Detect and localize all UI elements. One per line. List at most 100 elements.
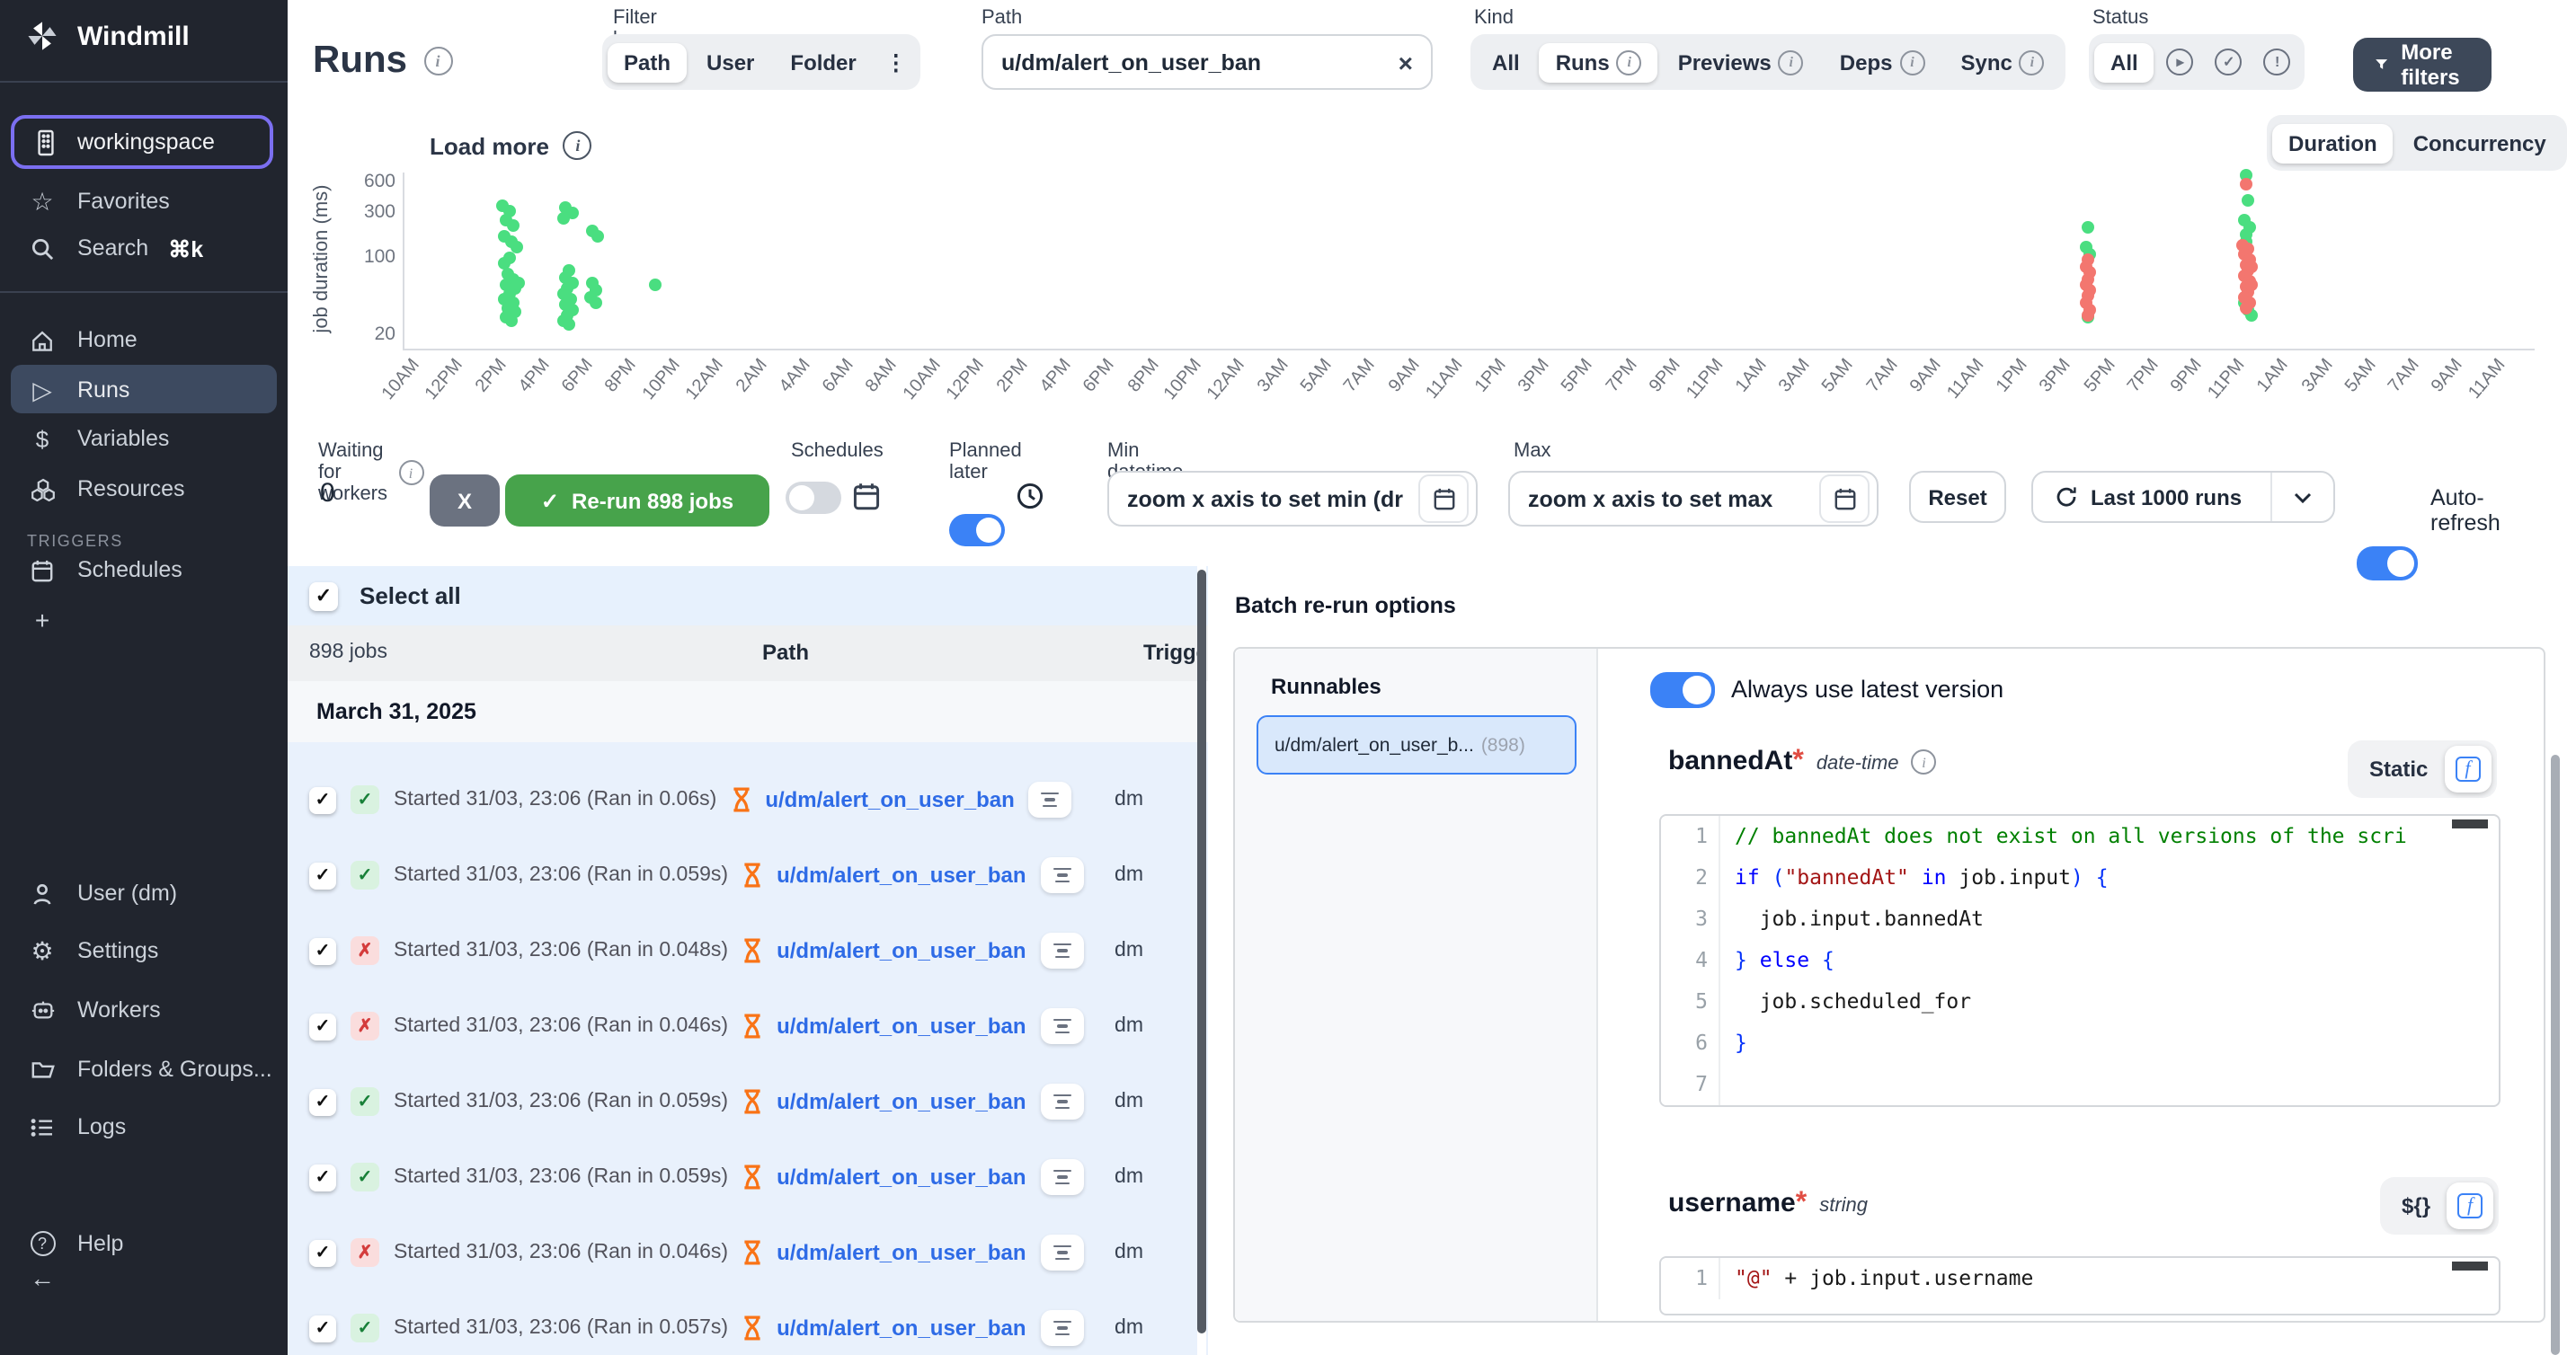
sidebar-item-search[interactable]: Search ⌘k [0,228,288,268]
run-dot-failure[interactable] [2239,301,2252,314]
run-dot-success[interactable] [589,296,601,308]
row-checkbox[interactable]: ✓ [309,786,336,813]
run-path-link[interactable]: u/dm/alert_on_user_ban [777,1014,1026,1039]
args-popup-icon[interactable] [1041,933,1084,969]
filter-option-path[interactable]: Path [608,42,687,82]
sidebar-item-home[interactable]: Home [0,320,288,359]
run-dot-success[interactable] [510,240,522,252]
kind-option-sync[interactable]: Synci [1944,42,2060,82]
kind-option-all[interactable]: All [1476,42,1536,82]
list-scrollbar-thumb[interactable] [1197,570,1206,1333]
sidebar-item-schedules[interactable]: Schedules [0,550,288,589]
expr-mode-option-selected[interactable]: f [2444,746,2491,793]
select-all-checkbox[interactable]: ✓ [309,581,338,610]
workspace-switcher[interactable]: workingspace [11,115,273,169]
last-runs-dropdown[interactable] [2270,473,2333,521]
run-dot-success[interactable] [504,314,517,326]
field-info-icon[interactable]: i [1912,749,1937,775]
sidebar-item-resources[interactable]: Resources [0,469,288,509]
run-path-link[interactable]: u/dm/alert_on_user_ban [777,1089,1026,1114]
row-checkbox[interactable]: ✓ [309,862,336,889]
filter-kebab-menu[interactable]: ⋮ [876,42,916,82]
run-row[interactable]: ✓ ✓ Started 31/03, 23:06 (Ran in 0.059s)… [288,1139,1208,1215]
args-popup-icon[interactable] [1041,1235,1084,1271]
args-popup-icon[interactable] [1041,857,1084,893]
max-datetime-input[interactable]: zoom x axis to set max [1508,471,1879,527]
run-dot-success[interactable] [2081,220,2093,233]
min-calendar-button[interactable] [1418,474,1469,523]
sidebar-item-workers[interactable]: Workers [0,990,288,1030]
row-checkbox[interactable]: ✓ [309,1164,336,1191]
run-path-link[interactable]: u/dm/alert_on_user_ban [777,938,1026,963]
runnable-item-selected[interactable]: u/dm/alert_on_user_b... (898) [1257,715,1577,775]
run-dot-success[interactable] [497,256,510,269]
kind-option-deps[interactable]: Depsi [1824,42,1941,82]
run-row[interactable]: ✓ ✗ Started 31/03, 23:06 (Ran in 0.048s)… [288,913,1208,988]
sidebar-item-folders[interactable]: Folders & Groups... [0,1049,288,1089]
expr-literal-option[interactable]: ${} [2385,1193,2447,1218]
run-dot-success[interactable] [648,278,661,290]
run-path-link[interactable]: u/dm/alert_on_user_ban [777,863,1026,888]
run-dot-success[interactable] [556,211,569,224]
tab-duration[interactable]: Duration [2272,123,2394,163]
args-popup-icon[interactable] [1041,1159,1084,1195]
run-dot-success[interactable] [562,317,574,330]
rerun-jobs-button[interactable]: ✓ Re-run 898 jobs [505,474,769,527]
args-popup-icon[interactable] [1041,1084,1084,1120]
run-row[interactable]: ✓ ✓ Started 31/03, 23:06 (Ran in 0.057s)… [288,1290,1208,1355]
load-more-label[interactable]: Load more i [430,131,592,160]
schedules-toggle[interactable] [786,482,841,514]
run-row[interactable]: ✓ ✓ Started 31/03, 23:06 (Ran in 0.059s)… [288,837,1208,913]
row-checkbox[interactable]: ✓ [309,1088,336,1115]
expr-mode-option-selected[interactable]: f [2447,1182,2493,1229]
status-option-success[interactable]: ✓ [2207,41,2252,83]
filter-option-folder[interactable]: Folder [774,42,872,82]
select-all-label[interactable]: Select all [360,582,461,609]
row-checkbox[interactable]: ✓ [309,1239,336,1266]
run-dot-failure[interactable] [2244,278,2257,290]
run-row[interactable]: ✓ ✓ Started 31/03, 23:06 (Ran in 0.059s)… [288,1064,1208,1139]
sidebar-item-settings[interactable]: ⚙ Settings [0,931,288,970]
runs-info-icon[interactable]: i [423,47,452,75]
run-path-link[interactable]: u/dm/alert_on_user_ban [777,1240,1026,1265]
username-code-editor[interactable]: 1"@" + job.input.username [1659,1256,2500,1315]
scatter-plot[interactable]: 10AM12PM2PM4PM6PM8PM10PM12AM2AM4AM6AM8AM… [403,173,2535,350]
kind-option-runs[interactable]: Runsi [1540,42,1658,82]
sidebar-item-variables[interactable]: $ Variables [0,419,288,458]
row-checkbox[interactable]: ✓ [309,1315,336,1342]
max-calendar-button[interactable] [1819,474,1870,523]
sidebar-add-button[interactable]: + [0,600,288,640]
list-scrollbar[interactable] [1197,566,1206,1355]
run-dot-failure[interactable] [2081,308,2093,321]
status-option-all[interactable]: All [2094,42,2154,82]
tab-concurrency[interactable]: Concurrency [2397,123,2563,163]
run-dot-success[interactable] [2241,193,2253,206]
sidebar-item-user[interactable]: User (dm) [0,873,288,913]
run-row[interactable]: ✓ ✓ Started 31/03, 23:06 (Ran in 0.06s) … [288,762,1208,837]
run-dot-failure[interactable] [2244,260,2257,272]
run-dot-failure[interactable] [2239,177,2252,190]
info-icon[interactable]: i [398,460,423,485]
sidebar-item-runs[interactable]: ▷ Runs [0,370,288,410]
status-option-running[interactable]: ▸ [2158,41,2203,83]
load-more-info-icon[interactable]: i [564,131,592,160]
brand[interactable]: Windmill [0,16,288,56]
clear-path-icon[interactable]: × [1399,48,1413,76]
run-dot-success[interactable] [511,276,524,288]
run-path-link[interactable]: u/dm/alert_on_user_ban [777,1315,1026,1341]
latest-version-toggle[interactable] [1650,672,1715,708]
status-option-failure[interactable]: ! [2255,41,2300,83]
run-dot-success[interactable] [506,218,519,231]
run-path-link[interactable]: u/dm/alert_on_user_ban [777,1165,1026,1190]
args-popup-icon[interactable] [1041,1310,1084,1346]
run-row[interactable]: ✓ ✗ Started 31/03, 23:06 (Ran in 0.046s)… [288,1215,1208,1290]
run-row[interactable]: ✓ ✗ Started 31/03, 23:06 (Ran in 0.046s)… [288,988,1208,1064]
static-mode-option[interactable]: Static [2353,757,2444,782]
sidebar-item-favorites[interactable]: ☆ Favorites [0,182,288,221]
auto-refresh-toggle[interactable] [2357,546,2418,580]
bannedat-code-editor[interactable]: 1// bannedAt does not exist on all versi… [1659,814,2500,1107]
run-dot-success[interactable] [591,229,603,242]
args-popup-icon[interactable] [1041,1008,1084,1044]
row-checkbox[interactable]: ✓ [309,937,336,964]
planned-later-toggle[interactable] [949,514,1005,546]
